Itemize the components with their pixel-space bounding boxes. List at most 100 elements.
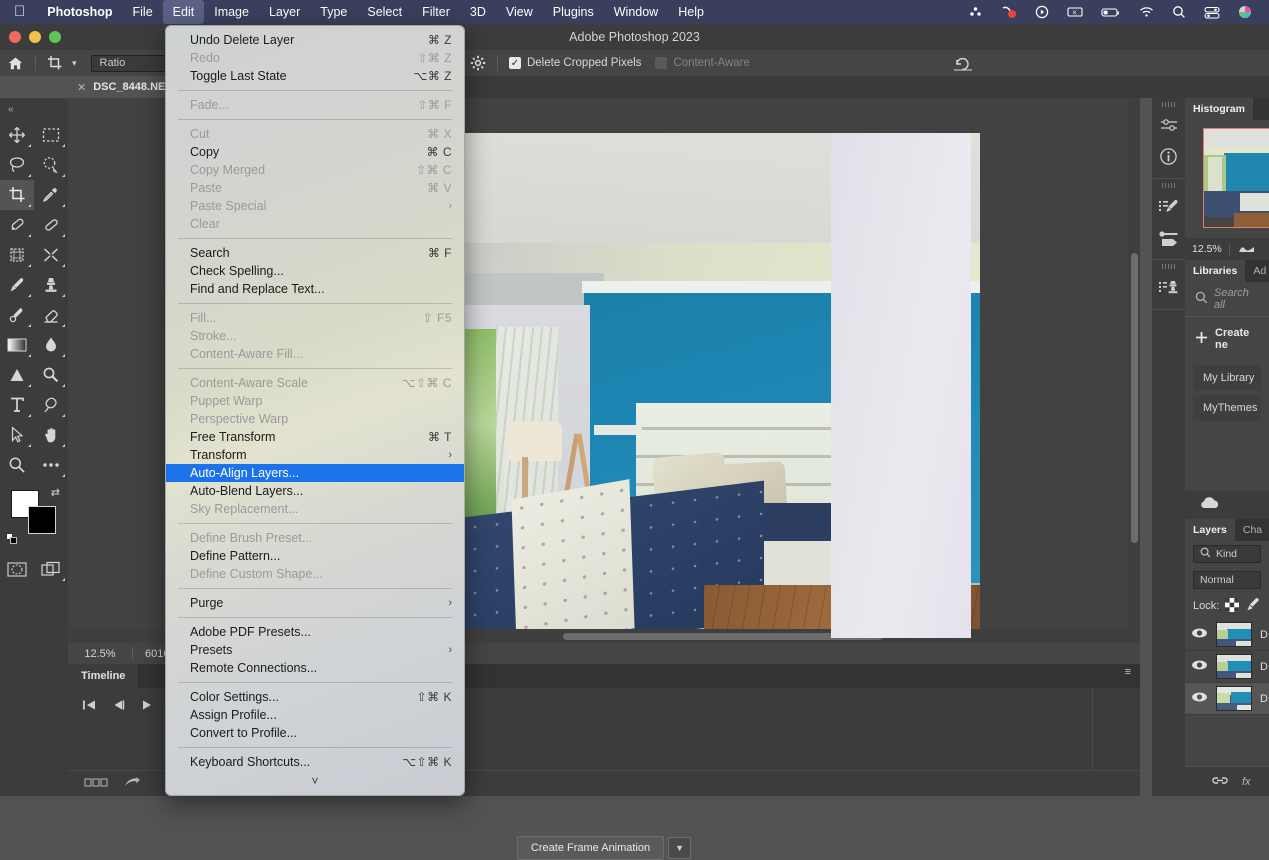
quick-mask-icon[interactable]	[0, 554, 34, 584]
table-row[interactable]: D	[1185, 683, 1269, 715]
create-new-library-button[interactable]: Create ne	[1185, 317, 1269, 361]
swap-colors-icon[interactable]: ⇄	[51, 486, 60, 499]
history-brush-tool[interactable]	[0, 300, 34, 330]
libraries-search[interactable]: Search all	[1185, 282, 1269, 316]
home-icon[interactable]	[0, 50, 31, 76]
adjustments-icon[interactable]	[1152, 110, 1185, 141]
menubar-item-layer[interactable]: Layer	[259, 0, 310, 24]
menu-item-free-transform[interactable]: Free Transform ⌘ T	[166, 428, 464, 446]
screen-record-icon[interactable]	[992, 5, 1026, 19]
content-aware-checkbox[interactable]: Content-Aware	[648, 50, 757, 76]
display-icon[interactable]: K	[1058, 6, 1092, 18]
path-selection-tool[interactable]	[0, 420, 34, 450]
clone-pattern-tool[interactable]	[34, 240, 68, 270]
panel-grip[interactable]	[1161, 183, 1176, 188]
eye-icon[interactable]	[1191, 627, 1208, 642]
tab-channels[interactable]: Cha	[1235, 519, 1269, 541]
menu-item-undo-delete-layer[interactable]: Undo Delete Layer ⌘ Z	[166, 31, 464, 49]
healing-brush-tool[interactable]	[34, 210, 68, 240]
hand-tool[interactable]	[34, 420, 68, 450]
eraser-tool[interactable]	[34, 300, 68, 330]
close-icon[interactable]: ✕	[77, 81, 86, 94]
default-colors-icon[interactable]	[6, 533, 17, 544]
lock-image-icon[interactable]	[1245, 597, 1261, 615]
go-to-first-frame-icon[interactable]	[82, 698, 97, 716]
document-tab[interactable]: ✕ DSC_8448.NE	[68, 76, 175, 98]
crop-overlay-panel[interactable]	[831, 133, 971, 638]
blend-mode-select[interactable]: Normal	[1193, 571, 1261, 589]
background-color-swatch[interactable]	[28, 506, 56, 534]
menu-item-check-spelling[interactable]: Check Spelling...	[166, 262, 464, 280]
table-row[interactable]: D	[1185, 651, 1269, 683]
menubar-item-edit[interactable]: Edit	[162, 0, 205, 24]
object-selection-tool[interactable]	[34, 150, 68, 180]
convert-to-video-icon[interactable]	[124, 776, 142, 792]
sponge-tool[interactable]	[34, 360, 68, 390]
chevron-down-icon[interactable]: ▼	[668, 837, 692, 859]
menu-item-assign-profile[interactable]: Assign Profile...	[166, 706, 464, 724]
reset-icon[interactable]	[946, 50, 1269, 76]
library-item-mythemes[interactable]: MyThemes	[1193, 395, 1261, 421]
spot-healing-brush-tool[interactable]	[0, 210, 34, 240]
menubar-item-type[interactable]: Type	[310, 0, 357, 24]
brush-settings-icon[interactable]	[1152, 191, 1185, 222]
move-tool[interactable]	[0, 120, 34, 150]
create-frame-animation-button[interactable]: Create Frame Animation	[516, 836, 665, 860]
zoom-level[interactable]: 12.5%	[68, 648, 132, 660]
frame-tool[interactable]	[0, 240, 34, 270]
rectangular-marquee-tool[interactable]	[34, 120, 68, 150]
eyedropper-tool[interactable]	[34, 180, 68, 210]
menubar-item-image[interactable]: Image	[204, 0, 259, 24]
search-icon[interactable]	[1163, 5, 1195, 19]
layer-style-icon[interactable]: fx	[1242, 776, 1251, 788]
battery-icon[interactable]	[1092, 6, 1130, 18]
lasso-tool[interactable]	[0, 150, 34, 180]
menu-item-remote-connections[interactable]: Remote Connections...	[166, 659, 464, 677]
siri-icon[interactable]	[1229, 5, 1261, 19]
edit-menu-dropdown[interactable]: Undo Delete Layer ⌘ Z Redo ⇧⌘ Z Toggle Last …	[165, 25, 465, 796]
edit-toolbar-tool[interactable]	[34, 450, 68, 480]
panel-menu-icon[interactable]: ≡	[1125, 667, 1131, 678]
menu-item-keyboard-shortcuts[interactable]: Keyboard Shortcuts... ⌥⇧⌘ K	[166, 753, 464, 771]
dodge-tool[interactable]	[0, 360, 34, 390]
dots-icon[interactable]	[959, 6, 992, 18]
gear-icon[interactable]	[463, 50, 493, 76]
canvas-vertical-scrollbar[interactable]	[1128, 98, 1140, 643]
menubar-item-view[interactable]: View	[496, 0, 543, 24]
menu-item-auto-align-layers[interactable]: Auto-Align Layers...	[166, 464, 464, 482]
eye-icon[interactable]	[1191, 659, 1208, 674]
menubar-item-plugins[interactable]: Plugins	[543, 0, 604, 24]
previous-frame-icon[interactable]	[111, 698, 126, 716]
link-layers-icon[interactable]	[1211, 775, 1229, 789]
tab-histogram[interactable]: Histogram	[1185, 98, 1253, 120]
delete-cropped-pixels-checkbox[interactable]: ✓ Delete Cropped Pixels	[502, 50, 648, 76]
menu-item-copy[interactable]: Copy ⌘ C	[166, 143, 464, 161]
control-center-icon[interactable]	[1195, 6, 1229, 19]
tab-libraries[interactable]: Libraries	[1185, 260, 1246, 282]
cloud-icon[interactable]	[1199, 496, 1221, 514]
histogram-curve-icon[interactable]	[1230, 243, 1263, 256]
menu-item-convert-to-profile[interactable]: Convert to Profile...	[166, 724, 464, 742]
brush-presets-icon[interactable]	[1152, 222, 1185, 253]
menubar-item-file[interactable]: File	[123, 0, 163, 24]
crop-tool[interactable]	[0, 180, 34, 210]
menubar-item-3d[interactable]: 3D	[460, 0, 496, 24]
wifi-icon[interactable]	[1130, 6, 1163, 18]
info-icon[interactable]	[1152, 141, 1185, 172]
ratio-field[interactable]: Ratio	[84, 50, 176, 76]
menu-item-define-pattern[interactable]: Define Pattern...	[166, 547, 464, 565]
layer-kind-filter[interactable]: Kind	[1193, 545, 1261, 563]
tab-adjustments[interactable]: Ad	[1245, 260, 1269, 282]
menu-item-auto-blend-layers[interactable]: Auto-Blend Layers...	[166, 482, 464, 500]
brush-tool[interactable]	[0, 270, 34, 300]
menubar-item-help[interactable]: Help	[668, 0, 714, 24]
menu-item-purge[interactable]: Purge ›	[166, 594, 464, 612]
menu-item-toggle-last-state[interactable]: Toggle Last State ⌥⌘ Z	[166, 67, 464, 85]
pen-tool[interactable]	[34, 390, 68, 420]
chevron-down-icon[interactable]: ▾	[72, 58, 77, 69]
panel-grip[interactable]	[1161, 264, 1176, 269]
menu-item-search[interactable]: Search ⌘ F	[166, 244, 464, 262]
panel-grip[interactable]	[1161, 102, 1176, 107]
menubar-item-photoshop[interactable]: Photoshop	[37, 0, 122, 24]
library-item-my-library[interactable]: My Library	[1193, 365, 1261, 391]
